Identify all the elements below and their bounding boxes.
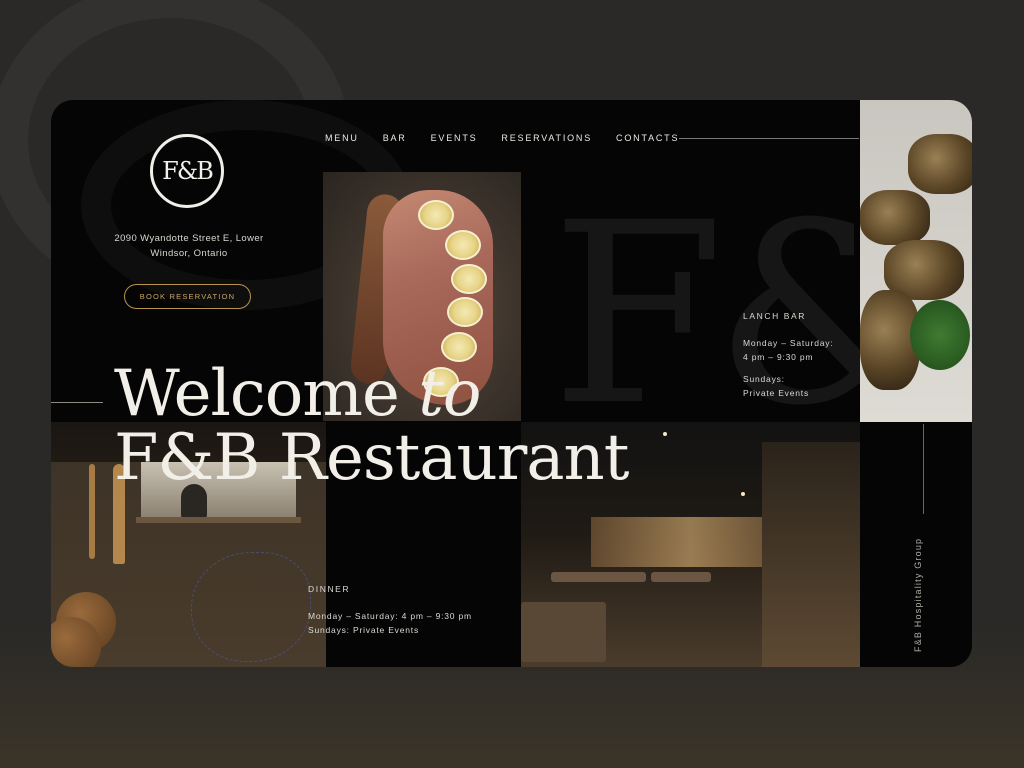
headline-restaurant: F&B Restaurant [114, 421, 629, 495]
lanch-bar-line-3: Sundays: [743, 374, 785, 384]
grilled-food-photo [860, 100, 972, 422]
nav-divider [679, 138, 859, 139]
dinner-line-1: Monday – Saturday: 4 pm – 9:30 pm [308, 611, 472, 621]
main-nav: MENU BAR EVENTS RESERVATIONS CONTACTS [325, 133, 679, 143]
lanch-bar-hours: LANCH BAR Monday – Saturday: 4 pm – 9:30… [743, 311, 833, 400]
dining-table [521, 602, 606, 662]
dinner-line-2: Sundays: Private Events [308, 625, 420, 635]
headline-to: to [418, 357, 481, 431]
leaf-mural [191, 552, 311, 662]
dining-table [551, 572, 646, 582]
hospitality-group-label: F&B Hospitality Group [913, 537, 923, 652]
book-reservation-button[interactable]: BOOK RESERVATION [124, 284, 251, 309]
grilled-piece [860, 190, 930, 245]
back-windows [591, 517, 791, 567]
lanch-bar-line-1: Monday – Saturday: [743, 338, 834, 348]
lemon-slice [418, 200, 454, 230]
lanch-bar-line-4: Private Events [743, 388, 810, 398]
headline-welcome: Welcome [114, 357, 400, 431]
nav-item-bar[interactable]: BAR [383, 133, 407, 143]
fork-decor-icon [89, 464, 95, 559]
dinner-heading: DINNER [308, 584, 351, 594]
nav-item-events[interactable]: EVENTS [431, 133, 478, 143]
ceiling-light [741, 492, 745, 496]
lanch-bar-line-2: 4 pm – 9:30 pm [743, 352, 814, 362]
dinner-hours: DINNER Monday – Saturday: 4 pm – 9:30 pm… [308, 584, 472, 637]
address: 2090 Wyandotte Street E, Lower Windsor, … [109, 231, 269, 261]
vertical-rule [923, 424, 924, 514]
headline-rule [51, 402, 103, 403]
kitchen-counter [136, 517, 301, 523]
grilled-piece [908, 134, 972, 194]
nav-item-menu[interactable]: MENU [325, 133, 359, 143]
lemon-slice [445, 230, 481, 260]
address-line-1: 2090 Wyandotte Street E, Lower [114, 233, 264, 244]
hero-headline: Welcome to F&B Restaurant [114, 362, 629, 490]
herb-garnish [910, 300, 970, 370]
brand-logo[interactable]: F&B [150, 134, 224, 208]
nav-item-contacts[interactable]: CONTACTS [616, 133, 679, 143]
hero-card: F&B F& [51, 100, 972, 667]
dining-table [651, 572, 711, 582]
lemon-slice [451, 264, 487, 294]
address-line-2: Windsor, Ontario [150, 248, 228, 259]
lanch-bar-heading: LANCH BAR [743, 311, 807, 321]
nav-item-reservations[interactable]: RESERVATIONS [501, 133, 592, 143]
interior-right-wall [762, 442, 860, 667]
ceiling-light [663, 432, 667, 436]
lemon-slice [447, 297, 483, 327]
